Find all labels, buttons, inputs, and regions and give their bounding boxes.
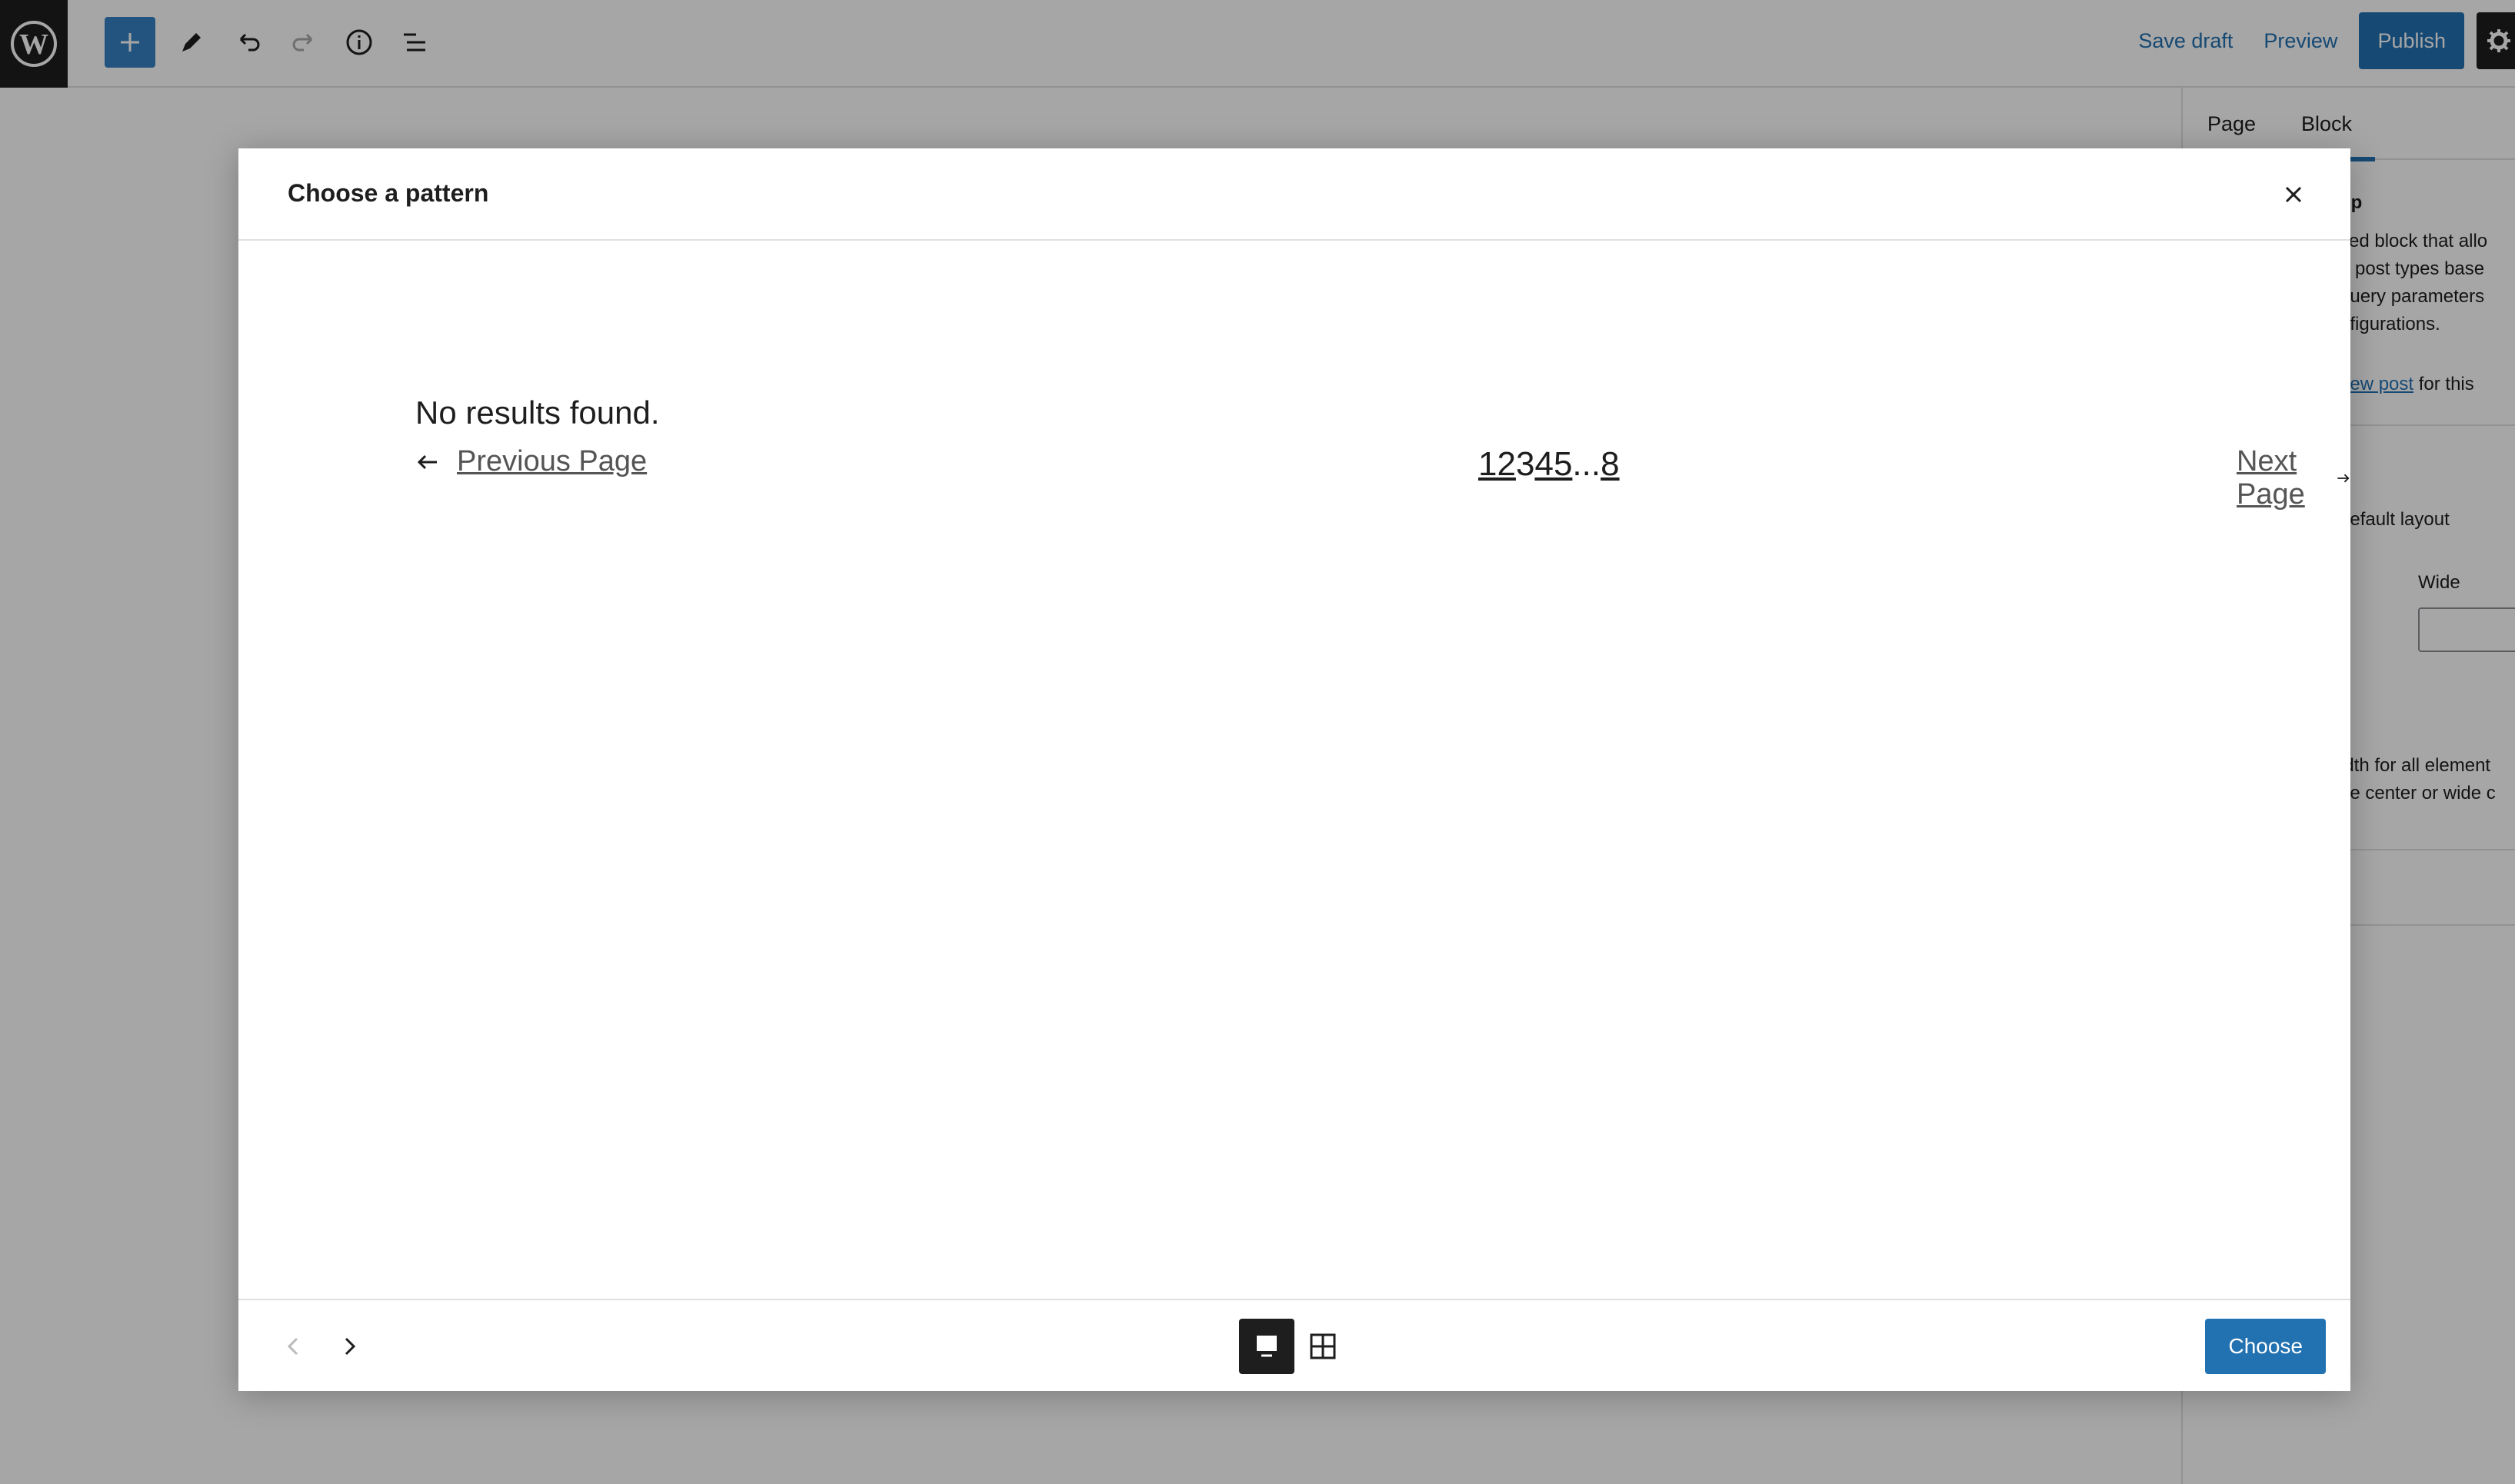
next-pattern-button[interactable]: [326, 1323, 372, 1369]
modal-title: Choose a pattern: [288, 179, 489, 207]
previous-page-label: Previous Page: [457, 445, 648, 477]
previous-page-link[interactable]: Previous Page: [415, 445, 647, 478]
grid-icon: [1310, 1333, 1336, 1359]
page-number-current: 3: [1515, 445, 1535, 483]
next-page-label: Next Page: [2237, 445, 2305, 511]
grid-view-button[interactable]: [1295, 1319, 1351, 1374]
page-number[interactable]: 4: [1534, 445, 1553, 484]
chevron-left-icon: [287, 1337, 298, 1356]
carousel-view-button[interactable]: [1239, 1319, 1294, 1374]
modal-footer: Choose: [238, 1299, 2350, 1391]
page-number[interactable]: 8: [1601, 445, 1619, 484]
chevron-right-icon: [345, 1337, 356, 1356]
pagination-ellipsis: ...: [1572, 445, 1601, 483]
single-view-icon: [1257, 1336, 1277, 1357]
no-results-message: No results found.: [415, 394, 660, 431]
page-number[interactable]: 1: [1478, 445, 1497, 484]
pattern-preview[interactable]: No results found. Previous Page 1 2 3 4 …: [238, 241, 2350, 1448]
page-number[interactable]: 2: [1497, 445, 1515, 484]
close-icon: [2285, 186, 2302, 203]
pattern-modal: Choose a pattern No results found. Previ…: [238, 148, 2350, 1391]
previous-pattern-button[interactable]: [271, 1323, 317, 1369]
modal-header: Choose a pattern: [238, 148, 2350, 241]
close-button[interactable]: [2275, 176, 2312, 213]
page-number[interactable]: 5: [1554, 445, 1572, 484]
next-page-link[interactable]: Next Page: [2237, 445, 2350, 511]
page-numbers: 1 2 3 4 5 ... 8: [1478, 445, 1620, 484]
arrow-right-icon: [2337, 474, 2350, 483]
arrow-left-icon: [417, 454, 437, 469]
choose-button[interactable]: Choose: [2205, 1319, 2326, 1374]
